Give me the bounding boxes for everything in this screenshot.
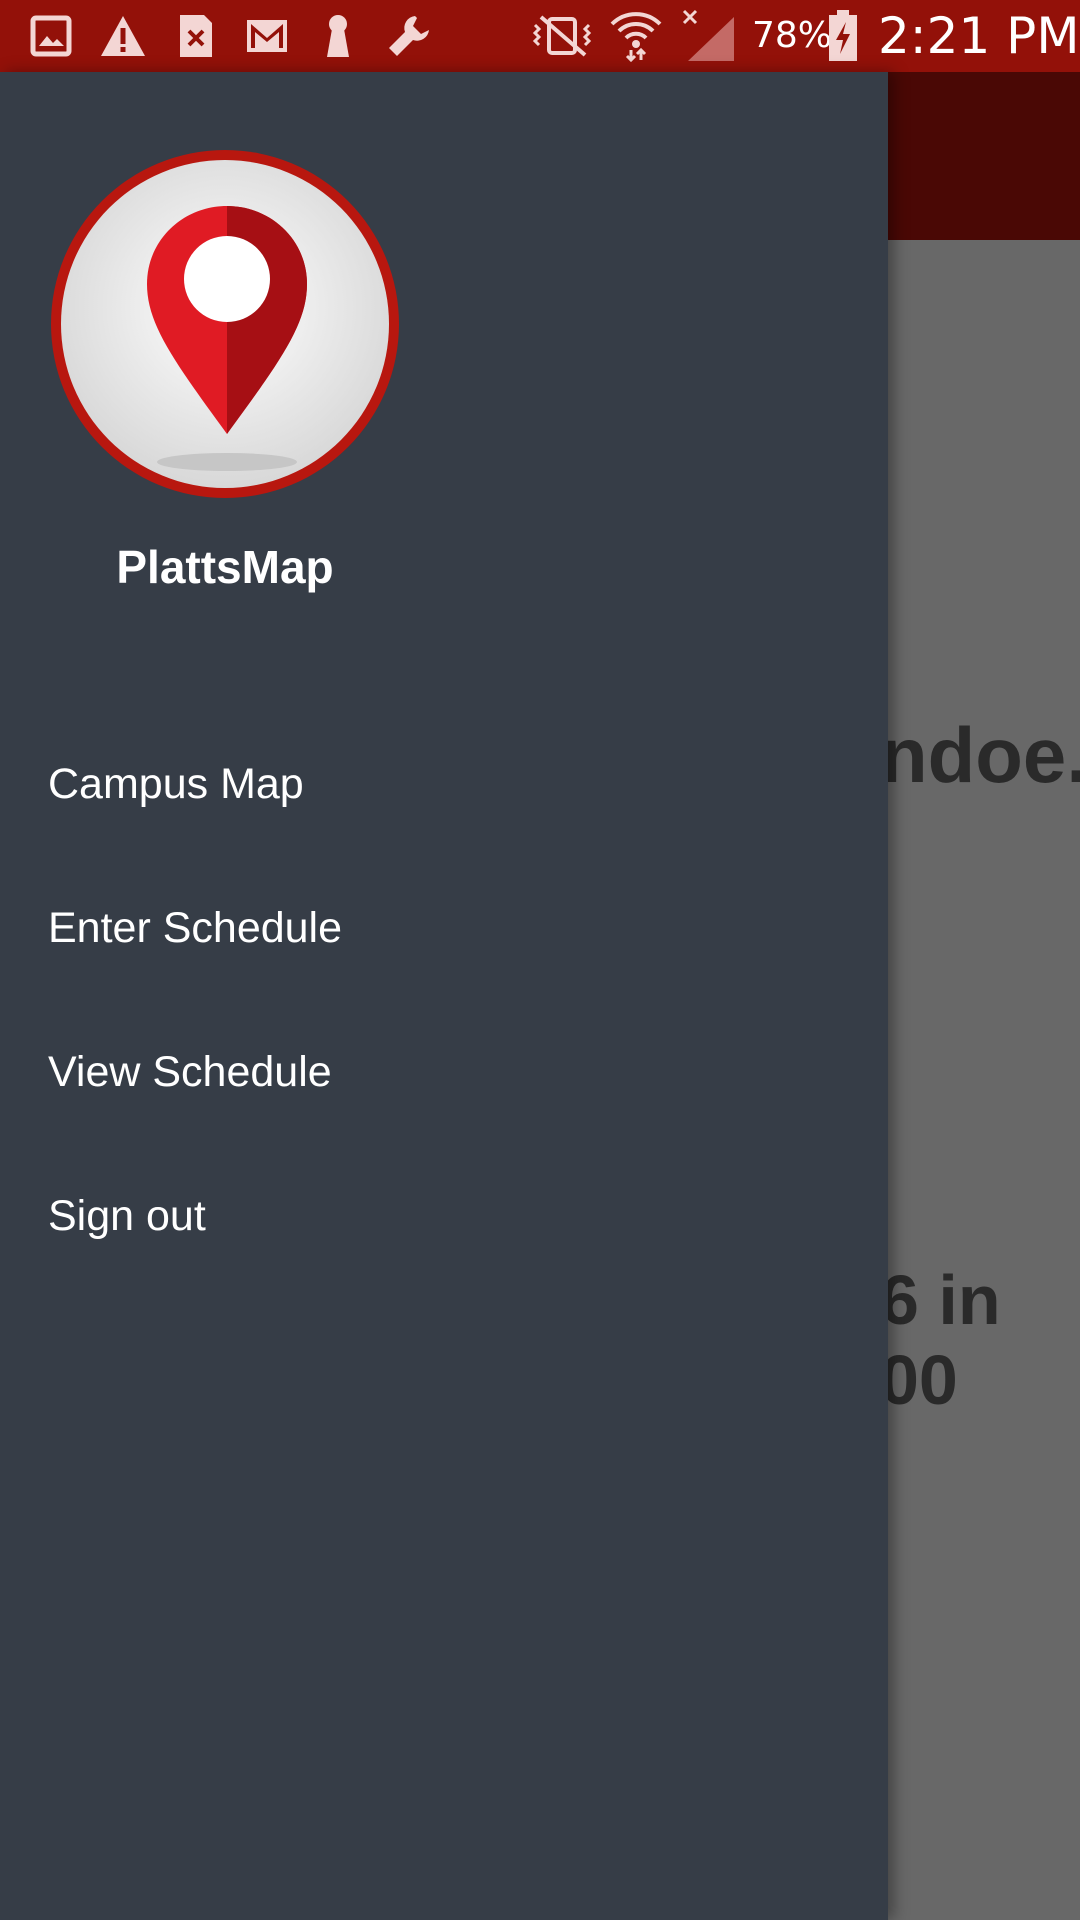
gmail-icon: [244, 10, 290, 62]
menu-item-campus-map[interactable]: Campus Map: [0, 712, 888, 856]
app-logo: [45, 144, 405, 504]
battery-percentage: 78%: [752, 15, 833, 56]
navigation-drawer: PlattsMap Campus Map Enter Schedule View…: [0, 72, 888, 1920]
sim-error-icon: [176, 10, 216, 62]
menu-item-view-schedule[interactable]: View Schedule: [0, 1000, 888, 1144]
keyhole-icon: [320, 10, 356, 62]
battery-charging-icon: [826, 10, 860, 62]
wrench-icon: [384, 10, 434, 62]
menu-item-sign-out[interactable]: Sign out: [0, 1144, 888, 1288]
app-name: PlattsMap: [116, 541, 334, 593]
vibrate-mute-icon: [526, 10, 598, 62]
status-bar: 78% 2:21 PM: [0, 0, 1080, 72]
gallery-icon: [28, 10, 74, 62]
background-text-1: ndoe.: [880, 711, 1080, 799]
menu-item-enter-schedule[interactable]: Enter Schedule: [0, 856, 888, 1000]
clock: 2:21 PM: [878, 7, 1080, 65]
warning-icon: [98, 10, 148, 62]
background-text-2: 6 in: [880, 1261, 1001, 1339]
background-text-3: 00: [880, 1341, 958, 1419]
wifi-icon: [608, 10, 664, 62]
no-signal-icon: [680, 9, 736, 62]
map-pin-icon: [51, 150, 399, 498]
